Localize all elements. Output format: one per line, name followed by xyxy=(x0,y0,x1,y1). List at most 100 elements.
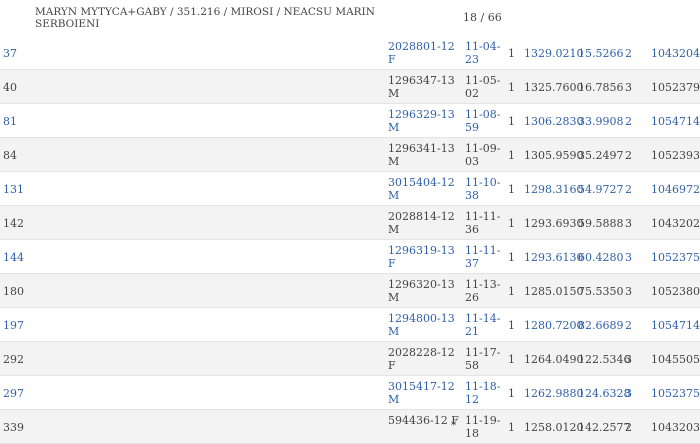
distance-cell: 1305.9590 xyxy=(524,149,584,162)
rank-cell[interactable]: 197 xyxy=(3,319,24,332)
count-cell: 1 xyxy=(508,183,515,196)
ring-id-cell[interactable]: 2028801-12 F xyxy=(388,40,464,66)
group-cell: 2 xyxy=(625,421,632,434)
code-cell: 10547147 xyxy=(651,319,700,332)
distance-cell: 1306.2830 xyxy=(524,115,584,128)
distance-cell: 1293.6930 xyxy=(524,217,584,230)
distance-cell: 1264.0490 xyxy=(524,353,584,366)
rank-cell[interactable]: 131 xyxy=(3,183,24,196)
distance-cell: 1258.0120 xyxy=(524,421,584,434)
ring-id-cell: 2028814-12 M xyxy=(388,210,455,236)
header-bar: MARYN MYTYCA+GABY / 351.216 / MIROSI / N… xyxy=(0,0,700,36)
speed-cell: 59.5888 xyxy=(578,217,624,230)
ring-id-cell: 1296320-13 M xyxy=(388,278,455,304)
rank-cell[interactable]: 144 xyxy=(3,251,24,264)
count-cell: 1 xyxy=(508,251,515,264)
group-cell: 3 xyxy=(625,285,632,298)
table-row[interactable]: 180 1296320-13 M 11-13-26 1 1285.0150 75.5350… xyxy=(0,274,700,308)
distance-cell: 1280.7200 xyxy=(524,319,584,332)
ring-id-cell: 1296347-13 M xyxy=(388,74,455,100)
table-row[interactable]: 292 2028228-12 F 11-17-58 1 1264.0490 122.534… xyxy=(0,342,700,376)
code-cell: 10432047 xyxy=(651,47,700,60)
rank-cell[interactable]: 297 xyxy=(3,387,24,400)
time-cell: 11-18-12 xyxy=(465,380,501,406)
distance-cell: 1298.3160 xyxy=(524,183,584,196)
time-cell: 11-10-38 xyxy=(465,176,501,202)
time-cell: 11-13-26 xyxy=(465,278,501,304)
speed-cell: 33.9908 xyxy=(578,115,624,128)
distance-cell: 1329.0210 xyxy=(524,47,584,60)
page-counter: 18 / 66 xyxy=(463,11,502,24)
rank-cell[interactable]: 81 xyxy=(3,115,17,128)
ring-id-cell[interactable]: 1296319-13 F xyxy=(388,244,464,270)
group-cell: 2 xyxy=(625,319,632,332)
table-row[interactable]: 81 1296329-13 M 11-08-59 1 1306.2830 33.9908 2… xyxy=(0,104,700,138)
code-cell: 10547144 xyxy=(651,115,700,128)
rank-cell: 339 xyxy=(3,421,24,434)
speed-cell: 35.2497 xyxy=(578,149,624,162)
speed-cell: 16.7856 xyxy=(578,81,624,94)
time-cell: 11-09-03 xyxy=(465,142,501,168)
results-sheet: MARYN MYTYCA+GABY / 351.216 / MIROSI / N… xyxy=(0,0,700,444)
time-cell: 11-17-58 xyxy=(465,346,501,372)
ring-id-cell[interactable]: 3015404-12 M xyxy=(388,176,464,202)
time-cell: 11-04-23 xyxy=(465,40,501,66)
count-cell: 1 xyxy=(508,421,515,434)
code-cell: 10523939 xyxy=(651,149,700,162)
count-cell: 1 xyxy=(508,115,515,128)
speed-cell: 75.5350 xyxy=(578,285,624,298)
time-cell: 11-08-59 xyxy=(465,108,501,134)
table-row[interactable]: 131 3015404-12 M 11-10-38 1 1298.3160 54.9727… xyxy=(0,172,700,206)
table-row[interactable]: 297 3015417-12 M 11-18-12 1 1262.9880 124.632… xyxy=(0,376,700,410)
group-cell: 2 xyxy=(625,47,632,60)
table-row[interactable]: 142 2028814-12 M 11-11-36 1 1293.6930 59.5888… xyxy=(0,206,700,240)
count-cell: 1 xyxy=(508,47,515,60)
rank-cell: 84 xyxy=(3,149,17,162)
ring-id-cell[interactable]: 1296329-13 M xyxy=(388,108,464,134)
time-cell: 11-14-21 xyxy=(465,312,501,338)
rank-cell: 292 xyxy=(3,353,24,366)
group-cell: 3 xyxy=(625,217,632,230)
rank-cell[interactable]: 37 xyxy=(3,47,17,60)
count-cell: 1 xyxy=(508,217,515,230)
table-row[interactable]: 144 1296319-13 F 11-11-37 1 1293.6130 60.4280… xyxy=(0,240,700,274)
rank-cell: 180 xyxy=(3,285,24,298)
code-cell: 10432022 xyxy=(651,217,700,230)
speed-cell: 82.6689 xyxy=(578,319,624,332)
speed-cell: 60.4280 xyxy=(578,251,624,264)
group-cell: 2 xyxy=(625,149,632,162)
count-cell: 1 xyxy=(508,387,515,400)
rank-cell: 40 xyxy=(3,81,17,94)
speed-cell: 54.9727 xyxy=(578,183,624,196)
ring-id-cell[interactable]: 3015417-12 M xyxy=(388,380,464,406)
ring-id-cell: 1296341-13 M xyxy=(388,142,455,168)
mark-cell: * xyxy=(451,419,457,432)
table-row[interactable]: 40 1296347-13 M 11-05-02 1 1325.7600 16.7856 3… xyxy=(0,70,700,104)
table-row[interactable]: 339 594436-12 F * 11-19-18 1 1258.0120 142.257… xyxy=(0,410,700,444)
count-cell: 1 xyxy=(508,319,515,332)
table-row[interactable]: 84 1296341-13 M 11-09-03 1 1305.9590 35.2497 2… xyxy=(0,138,700,172)
distance-cell: 1285.0150 xyxy=(524,285,584,298)
ring-id-cell[interactable]: 1294800-13 M xyxy=(388,312,464,338)
table-row[interactable]: 197 1294800-13 M 11-14-21 1 1280.7200 82.6689… xyxy=(0,308,700,342)
speed-cell: 122.5346 xyxy=(578,353,631,366)
time-cell: 11-11-37 xyxy=(465,244,501,270)
table-row[interactable]: 37 2028801-12 F 11-04-23 1 1329.0210 15.5266 2… xyxy=(0,36,700,70)
group-cell: 2 xyxy=(625,183,632,196)
time-cell: 11-19-18 xyxy=(465,414,501,440)
group-cell: 3 xyxy=(625,387,632,400)
code-cell: 10469720 xyxy=(651,183,700,196)
distance-cell: 1262.9880 xyxy=(524,387,584,400)
count-cell: 1 xyxy=(508,285,515,298)
code-cell: 10455050 xyxy=(651,353,700,366)
count-cell: 1 xyxy=(508,353,515,366)
code-cell: 10523753 xyxy=(651,387,700,400)
group-cell: 3 xyxy=(625,251,632,264)
fancier-title: MARYN MYTYCA+GABY / 351.216 / MIROSI / N… xyxy=(35,6,375,30)
distance-cell: 1325.7600 xyxy=(524,81,584,94)
ring-id-cell: 2028228-12 F xyxy=(388,346,455,372)
code-cell: 10523807 xyxy=(651,285,700,298)
time-cell: 11-05-02 xyxy=(465,74,501,100)
speed-cell: 15.5266 xyxy=(578,47,624,60)
code-cell: 10523757 xyxy=(651,251,700,264)
